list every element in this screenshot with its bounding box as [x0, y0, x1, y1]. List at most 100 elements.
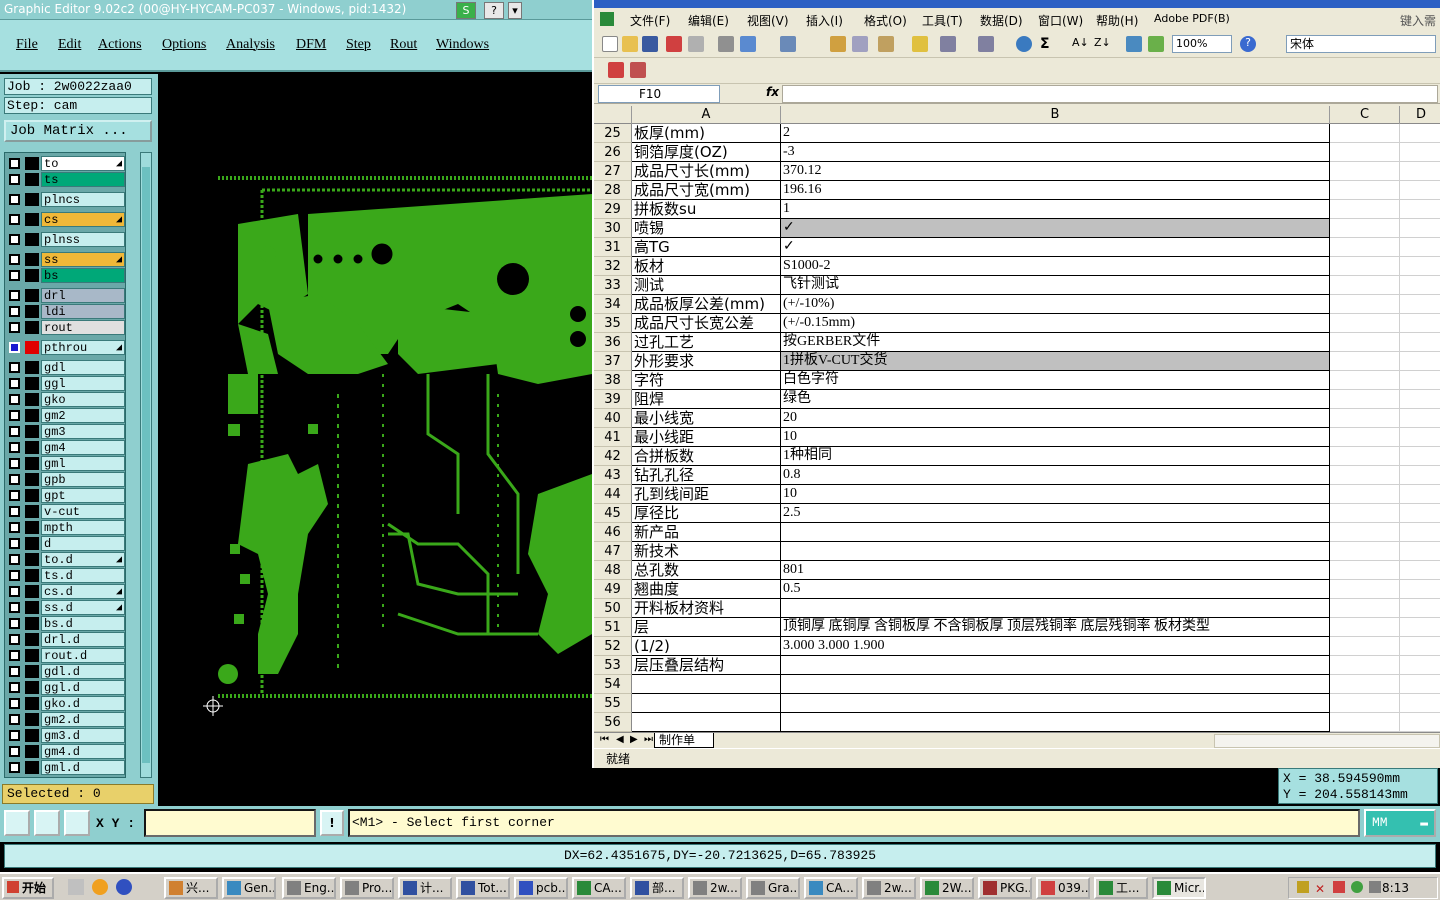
spelling-icon[interactable] [740, 36, 756, 52]
cell-a[interactable]: 铜箔厚度(OZ) [632, 143, 781, 162]
cell-b[interactable]: -3 [781, 143, 1330, 162]
layer-name[interactable]: mpth [41, 520, 125, 535]
layer-name[interactable]: gm4 [41, 440, 125, 455]
layer-color-swatch[interactable] [25, 585, 39, 598]
layer-color-swatch[interactable] [25, 441, 39, 454]
cell-a[interactable]: 成品尺寸长(mm) [632, 162, 781, 181]
cell-d[interactable] [1400, 580, 1440, 599]
layer-color-swatch[interactable] [25, 321, 39, 334]
cell-d[interactable] [1400, 257, 1440, 276]
cell-a[interactable]: 拼板数su [632, 200, 781, 219]
menu-edit[interactable]: Edit [58, 37, 81, 53]
layer-name[interactable]: to ◢ [41, 156, 125, 171]
layer-checkbox[interactable] [9, 254, 20, 265]
cell-c[interactable] [1330, 428, 1400, 447]
layer-checkbox[interactable] [9, 194, 20, 205]
cell-a[interactable]: 新技术 [632, 542, 781, 561]
layer-checkbox[interactable] [9, 554, 20, 565]
cell-a[interactable]: 板材 [632, 257, 781, 276]
snap-icon[interactable] [64, 810, 90, 836]
cell-d[interactable] [1400, 561, 1440, 580]
sheet-tab[interactable]: 制作单 [654, 733, 714, 748]
format-painter-icon[interactable] [912, 36, 928, 52]
taskbar-button[interactable]: pcb... [514, 877, 568, 899]
menu-step[interactable]: Step [346, 37, 371, 53]
layer-row[interactable]: gm3.d [5, 728, 125, 743]
cell-c[interactable] [1330, 447, 1400, 466]
layer-row[interactable]: ts.d [5, 568, 125, 583]
menu-actions[interactable]: Actions [98, 37, 142, 53]
cell-b[interactable]: 370.12 [781, 162, 1330, 181]
cell-c[interactable] [1330, 409, 1400, 428]
print-icon[interactable] [688, 36, 704, 52]
layer-name[interactable]: drl.d [41, 632, 125, 647]
cell-c[interactable] [1330, 371, 1400, 390]
cell-a[interactable]: 总孔数 [632, 561, 781, 580]
layer-checkbox[interactable] [9, 522, 20, 533]
cell-b[interactable]: 3.000 3.000 1.900 [781, 637, 1330, 656]
cell-a[interactable]: (1/2) [632, 637, 781, 656]
layer-checkbox[interactable] [9, 650, 20, 661]
layer-row[interactable]: gm3 [5, 424, 125, 439]
cell-d[interactable] [1400, 124, 1440, 143]
browser-icon[interactable] [116, 879, 132, 895]
cell-d[interactable] [1400, 466, 1440, 485]
taskbar-button[interactable]: CA... [572, 877, 626, 899]
cell-a[interactable]: 最小线距 [632, 428, 781, 447]
layer-row[interactable]: gml [5, 456, 125, 471]
layer-checkbox[interactable] [9, 342, 20, 353]
cell-a[interactable]: 最小线宽 [632, 409, 781, 428]
cell-a[interactable]: 翘曲度 [632, 580, 781, 599]
layer-color-swatch[interactable] [25, 681, 39, 694]
cell-a[interactable]: 开料板材资料 [632, 599, 781, 618]
prev-sheet-icon[interactable]: ◀ [616, 734, 624, 745]
layer-row[interactable]: rout.d [5, 648, 125, 663]
job-matrix-button[interactable]: Job Matrix ... [4, 120, 152, 142]
cell-c[interactable] [1330, 162, 1400, 181]
menu-file[interactable]: File [16, 37, 38, 53]
cell-b[interactable]: S1000-2 [781, 257, 1330, 276]
dropdown-icon[interactable]: ▾ [508, 2, 522, 19]
column-header-a[interactable]: A [632, 106, 781, 124]
layer-checkbox[interactable] [9, 270, 20, 281]
layer-row[interactable]: gm2.d [5, 712, 125, 727]
cell-d[interactable] [1400, 371, 1440, 390]
layer-checkbox[interactable] [9, 490, 20, 501]
layer-name[interactable]: cs.d ◢ [41, 584, 125, 599]
save-icon[interactable] [642, 36, 658, 52]
layer-color-swatch[interactable] [25, 569, 39, 582]
s-icon[interactable]: S [456, 2, 476, 19]
layer-name[interactable]: v-cut [41, 504, 125, 519]
chart-wizard-icon[interactable] [1126, 36, 1142, 52]
cell-d[interactable] [1400, 504, 1440, 523]
layer-color-swatch[interactable] [25, 649, 39, 662]
cell-b[interactable]: 2.5 [781, 504, 1330, 523]
cell-c[interactable] [1330, 143, 1400, 162]
taskbar-button[interactable]: CA... [804, 877, 858, 899]
zoom-select[interactable]: 100% [1172, 35, 1232, 53]
layer-name[interactable]: rout.d [41, 648, 125, 663]
layer-color-swatch[interactable] [25, 457, 39, 470]
xl-menu-file[interactable]: 文件(F) [630, 12, 670, 29]
cell-c[interactable] [1330, 314, 1400, 333]
cell-a[interactable]: 成品尺寸长宽公差 [632, 314, 781, 333]
xl-menu-window[interactable]: 窗口(W) [1038, 12, 1083, 29]
layer-color-swatch[interactable] [25, 617, 39, 630]
xl-menu-format[interactable]: 格式(O) [864, 12, 907, 29]
cell-a[interactable]: 层压叠层结构 [632, 656, 781, 675]
layer-name[interactable]: pthrou ◢ [41, 340, 125, 355]
column-header-b[interactable]: B [781, 106, 1330, 124]
layer-row[interactable]: d [5, 536, 125, 551]
layer-color-swatch[interactable] [25, 361, 39, 374]
units-select[interactable]: MM ▬ [1364, 809, 1436, 837]
last-sheet-icon[interactable]: ⏭ [644, 734, 653, 745]
cell-d[interactable] [1400, 409, 1440, 428]
cell-d[interactable] [1400, 523, 1440, 542]
cell-c[interactable] [1330, 637, 1400, 656]
layer-name[interactable]: gpb [41, 472, 125, 487]
layer-name[interactable]: plnss [41, 232, 125, 247]
layer-row[interactable]: gm4 [5, 440, 125, 455]
layer-checkbox[interactable] [9, 666, 20, 677]
tray-icon-4[interactable] [1351, 881, 1363, 893]
cell-d[interactable] [1400, 675, 1440, 694]
